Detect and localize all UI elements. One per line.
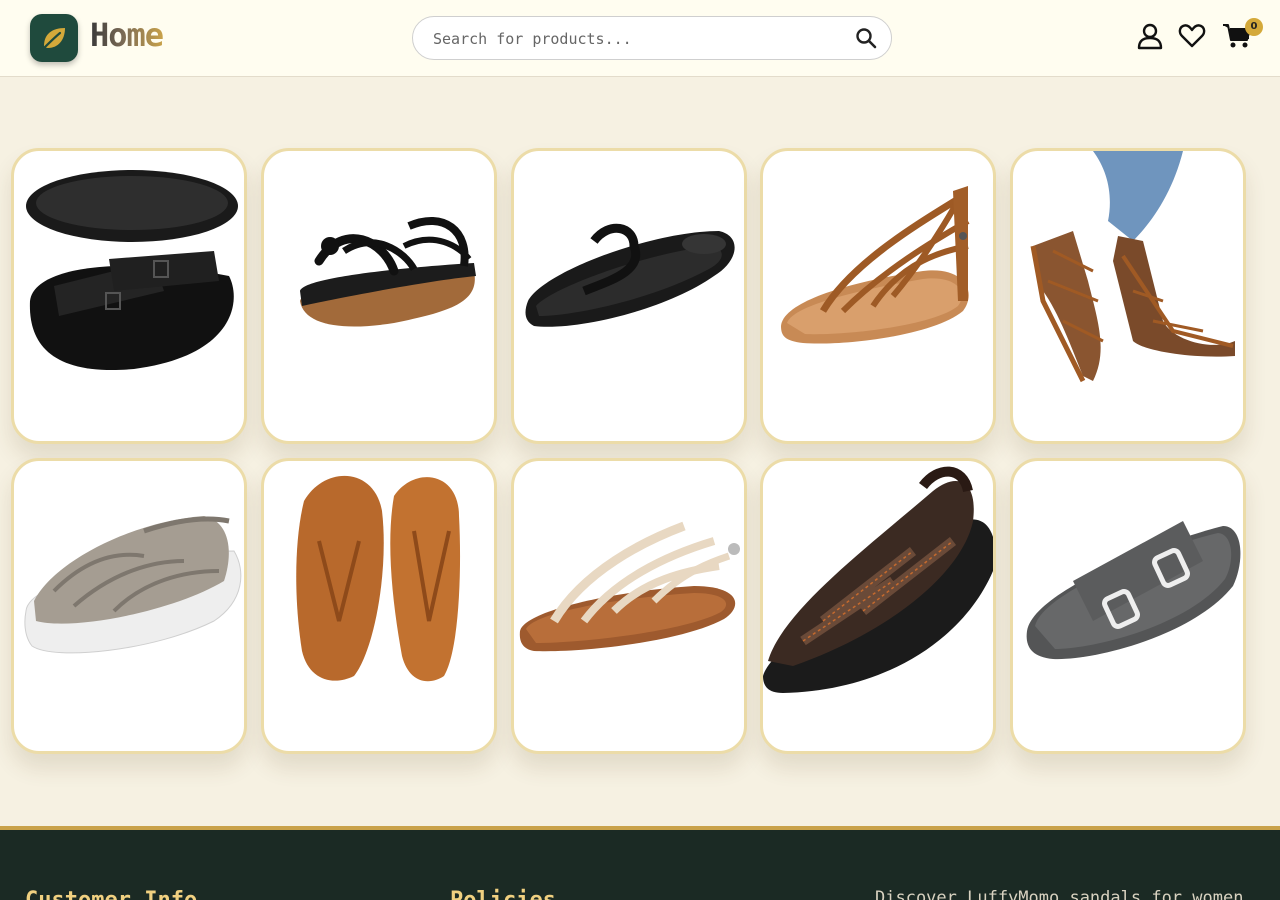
search-input[interactable]	[433, 27, 833, 51]
product-card[interactable]	[1010, 148, 1246, 444]
tan-leather-flip-flops-image	[296, 475, 461, 682]
footer-customer-info-heading: Customer Info	[25, 888, 197, 900]
product-card[interactable]	[11, 148, 247, 444]
footer-about-text: Discover LuffyMomo sandals for women	[875, 888, 1244, 900]
site-footer: Customer Info Policies Discover LuffyMom…	[0, 826, 1280, 900]
grey-double-buckle-slide-image	[1026, 521, 1241, 660]
cream-strappy-flat-sandal-image	[519, 521, 740, 652]
product-card[interactable]	[511, 458, 747, 754]
brown-gladiator-toe-ring-sandal-image	[781, 186, 970, 344]
footer-policies-heading: Policies	[450, 888, 556, 900]
leaf-icon	[41, 28, 65, 51]
product-card[interactable]	[511, 148, 747, 444]
product-card[interactable]	[1010, 458, 1246, 754]
heart-wishlist-icon[interactable]	[1178, 22, 1206, 50]
product-card[interactable]	[760, 458, 996, 754]
user-account-icon[interactable]	[1136, 22, 1164, 50]
search-icon[interactable]	[855, 27, 877, 49]
site-header: Home 0	[0, 0, 1280, 77]
black-leather-sport-sandal-image	[763, 466, 993, 693]
product-card[interactable]	[760, 148, 996, 444]
cart-count-badge: 0	[1245, 18, 1263, 36]
brown-strappy-sandal-on-model-image	[1030, 151, 1235, 383]
page-title[interactable]: Home	[90, 16, 164, 54]
black-double-buckle-slide-sandal-image	[26, 170, 238, 371]
search-bar	[412, 16, 892, 60]
logo[interactable]	[30, 14, 78, 62]
black-strappy-flat-sandal-image	[300, 217, 476, 327]
grey-fisherman-sandal-image	[24, 516, 242, 654]
product-card[interactable]	[261, 148, 497, 444]
black-thong-flip-flop-image	[525, 223, 735, 327]
product-card[interactable]	[261, 458, 497, 754]
product-card[interactable]	[11, 458, 247, 754]
